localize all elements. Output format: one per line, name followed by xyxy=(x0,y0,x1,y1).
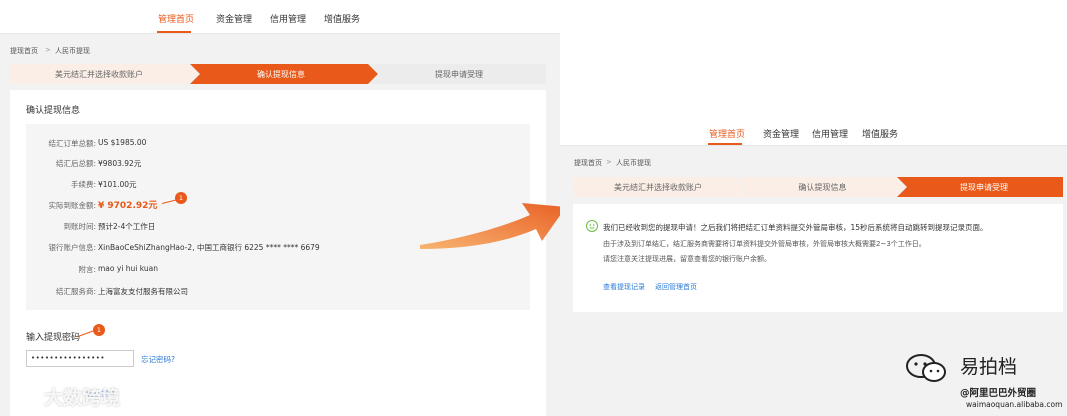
row-label: 附言: xyxy=(78,265,96,274)
review-note: 由于涉及到订单结汇，结汇服务商需要将订单资料提交外管局审核，外管局审核大概需要2… xyxy=(603,240,926,248)
nav-active-underline xyxy=(708,143,742,145)
breadcrumb-separator: > xyxy=(606,158,612,166)
step-badge: 1 xyxy=(93,324,105,336)
nav-active-underline xyxy=(157,31,191,33)
row-label: 结汇后总额: xyxy=(55,159,96,168)
badge-pointer xyxy=(77,330,94,337)
badge-pointer xyxy=(161,199,176,204)
password-input[interactable]: •••••••••••••••• xyxy=(26,350,134,367)
converted-total-value: ¥9803.92元 xyxy=(98,159,142,168)
top-nav: 管理首页 资金管理 信用管理 增值服务 xyxy=(560,112,1067,146)
forgot-password-link[interactable]: 忘记密码? xyxy=(141,354,175,365)
view-records-link[interactable]: 查看提现记录 xyxy=(603,282,645,292)
nav-funds[interactable]: 资金管理 xyxy=(763,127,799,140)
arrival-time-value: 预计2-4个工作日 xyxy=(98,222,156,231)
nav-credit[interactable]: 信用管理 xyxy=(812,127,848,140)
step-3-label: 提现申请受理 xyxy=(960,182,1008,192)
step-1-label: 美元结汇并选择收款账户 xyxy=(55,69,143,79)
nav-credit[interactable]: 信用管理 xyxy=(270,12,306,25)
row-label: 实际到账金额: xyxy=(48,201,96,210)
row-label: 结汇订单总额: xyxy=(48,139,96,148)
success-card: 我们已经收到您的提现申请！之后我们将把结汇订单资料提交外管局审核，15秒后系统将… xyxy=(573,204,1063,312)
smile-icon xyxy=(586,220,598,232)
watermark-logo-icon xyxy=(26,386,40,400)
nav-funds[interactable]: 资金管理 xyxy=(216,12,252,25)
step-badge: 1 xyxy=(175,192,187,204)
remark-value: mao yi hui kuan xyxy=(98,264,158,273)
top-nav: 管理首页 资金管理 信用管理 增值服务 xyxy=(0,0,560,34)
step-1-label: 美元结汇并选择收款账户 xyxy=(614,182,702,192)
breadcrumb-home[interactable]: 提现首页 xyxy=(10,46,38,56)
balance-note: 请您注意关注提现进展，留意查看您的银行账户余额。 xyxy=(603,255,771,263)
watermark-right-url: waimaoquan.alibaba.com xyxy=(966,400,1063,409)
card-title: 确认提现信息 xyxy=(26,106,81,116)
step-3-label: 提现申请受理 xyxy=(435,69,483,79)
nav-home[interactable]: 管理首页 xyxy=(709,127,745,140)
fee-value: ¥101.00元 xyxy=(98,180,137,189)
nav-value-added[interactable]: 增值服务 xyxy=(324,12,360,25)
wechat-icon xyxy=(906,354,946,382)
row-label: 到账时间: xyxy=(63,222,96,231)
back-home-link[interactable]: 返回管理首页 xyxy=(655,282,697,292)
step-2-label: 确认提现信息 xyxy=(798,182,847,192)
nav-home[interactable]: 管理首页 xyxy=(158,12,194,25)
row-label: 结汇服务商: xyxy=(55,287,96,296)
breadcrumb-home[interactable]: 提现首页 xyxy=(574,158,602,168)
row-label: 手续费: xyxy=(70,180,96,189)
bank-account-value: XinBaoCeShiZhangHao-2, 中国工商银行 6225 **** … xyxy=(98,243,320,252)
order-total-value: US $1985.00 xyxy=(98,138,147,147)
success-message: 我们已经收到您的提现申请！之后我们将把结汇订单资料提交外管局审核，15秒后系统将… xyxy=(603,223,988,232)
watermark-right-title: 易拍档 xyxy=(960,356,1018,378)
transition-arrow-icon xyxy=(420,203,566,249)
password-label: 输入提现密码 xyxy=(26,333,81,343)
nav-value-added[interactable]: 增值服务 xyxy=(862,127,898,140)
breadcrumb-separator: > xyxy=(45,46,51,54)
breadcrumb-current: 人民币提现 xyxy=(616,159,651,167)
actual-amount-value: ¥ 9702.92元 xyxy=(98,201,158,211)
watermark-right-sub: @阿里巴巴外贸圈 xyxy=(960,388,1037,399)
step-2-label: 确认提现信息 xyxy=(257,69,305,79)
watermark-left-brand: 大数跨境 xyxy=(44,387,121,409)
breadcrumb-current: 人民币提现 xyxy=(55,47,90,55)
provider-value: 上海富友支付服务有限公司 xyxy=(98,287,188,296)
row-label: 银行账户信息: xyxy=(48,243,96,252)
